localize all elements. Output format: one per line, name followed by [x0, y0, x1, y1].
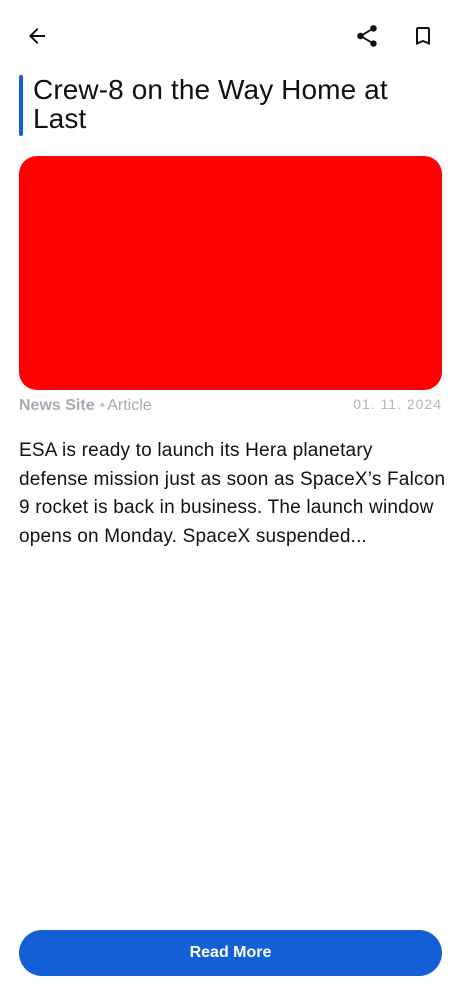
article-title: Crew-8 on the Way Home at Last [33, 74, 388, 134]
title-accent-bar [19, 75, 23, 136]
article-meta: News Site • Article 01. 11. 2024 [19, 396, 442, 419]
bookmark-icon [411, 24, 435, 53]
bookmark-button[interactable] [403, 18, 443, 58]
article-date: 01. 11. 2024 [353, 396, 442, 412]
arrow-left-icon [25, 24, 49, 53]
back-button[interactable] [17, 18, 57, 58]
news-site-label: News Site [19, 397, 95, 414]
share-button[interactable] [347, 18, 387, 58]
share-icon [354, 23, 380, 54]
top-app-bar [0, 0, 461, 76]
meta-separator: • [99, 397, 106, 414]
article-summary: ESA is ready to launch its Hera planetar… [19, 440, 446, 547]
article-image [19, 156, 442, 390]
read-more-button[interactable]: Read More [19, 930, 442, 976]
article-type-label: Article [107, 397, 152, 414]
